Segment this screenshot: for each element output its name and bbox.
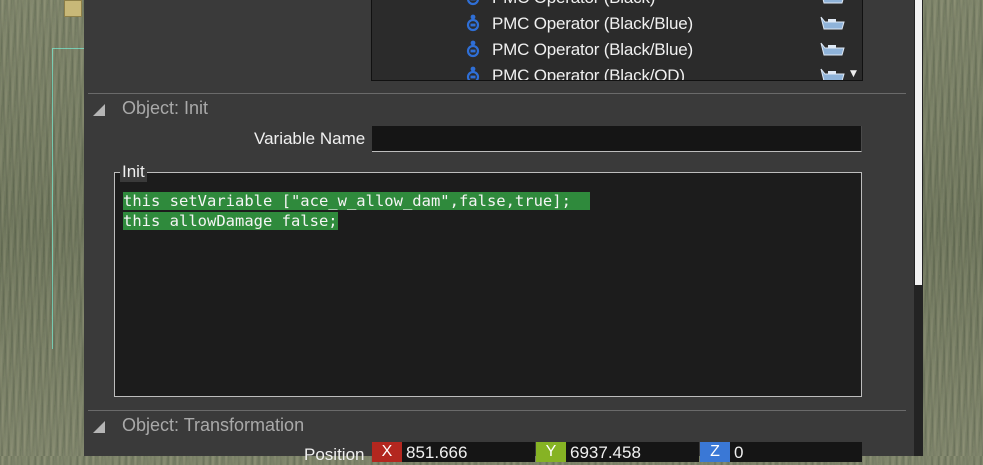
infantry-icon bbox=[466, 0, 480, 6]
variable-name-label: Variable Name bbox=[254, 129, 365, 149]
position-y-field[interactable]: Y 6937.458 bbox=[536, 442, 699, 462]
section-divider bbox=[88, 93, 906, 94]
vehicle-icon bbox=[820, 0, 846, 5]
unit-list-item-label: PMC Operator (Black/Blue) bbox=[492, 40, 693, 60]
unit-list-item-label: PMC Operator (Black) bbox=[492, 0, 655, 8]
collapse-triangle-icon[interactable] bbox=[93, 104, 105, 116]
vehicle-icon bbox=[820, 68, 846, 81]
unit-list-item[interactable]: PMC Operator (Black/OD) bbox=[372, 63, 862, 81]
section-divider bbox=[88, 410, 906, 411]
unit-list-item-label: PMC Operator (Black/Blue) bbox=[492, 14, 693, 34]
unit-list-item-label: PMC Operator (Black/OD) bbox=[492, 66, 685, 81]
x-axis-badge: X bbox=[372, 442, 402, 462]
map-marker bbox=[64, 0, 82, 17]
position-z-field[interactable]: Z 0 bbox=[700, 442, 862, 462]
collapse-triangle-icon[interactable] bbox=[93, 421, 105, 433]
y-axis-badge: Y bbox=[536, 442, 566, 462]
variable-name-input[interactable] bbox=[372, 126, 862, 152]
infantry-icon bbox=[466, 14, 480, 32]
infantry-icon bbox=[466, 40, 480, 58]
init-code-editor[interactable]: this setVariable ["ace_w_allow_dam",fals… bbox=[114, 172, 862, 397]
unit-list-item[interactable]: PMC Operator (Black/Blue) bbox=[372, 37, 862, 63]
panel-scrollbar[interactable] bbox=[914, 0, 923, 456]
section-title-init: Object: Init bbox=[122, 98, 208, 119]
position-label: Position bbox=[304, 445, 364, 465]
position-y-input[interactable]: 6937.458 bbox=[566, 442, 699, 462]
section-header-transformation[interactable]: Object: Transformation bbox=[84, 413, 914, 441]
scrollbar-thumb[interactable] bbox=[915, 0, 922, 285]
section-title-transformation: Object: Transformation bbox=[122, 415, 304, 436]
unit-list[interactable]: PMC Operator (Black) PMC Operator (Black/… bbox=[371, 0, 863, 81]
position-x-input[interactable]: 851.666 bbox=[402, 442, 535, 462]
vehicle-icon bbox=[820, 16, 846, 31]
z-axis-badge: Z bbox=[700, 442, 730, 462]
init-code-text[interactable]: this setVariable ["ace_w_allow_dam",fals… bbox=[123, 191, 590, 231]
section-header-init[interactable]: Object: Init bbox=[84, 96, 914, 124]
init-label: Init bbox=[120, 162, 147, 182]
position-x-field[interactable]: X 851.666 bbox=[372, 442, 535, 462]
unit-list-item[interactable]: PMC Operator (Black) bbox=[372, 0, 862, 11]
infantry-icon bbox=[466, 66, 480, 81]
vehicle-icon bbox=[820, 42, 846, 57]
unit-list-item[interactable]: PMC Operator (Black/Blue) bbox=[372, 11, 862, 37]
attributes-panel: PMC Operator (Black) PMC Operator (Black/… bbox=[84, 0, 914, 456]
selection-outline bbox=[52, 48, 87, 349]
code-line: this setVariable ["ace_w_allow_dam",fals… bbox=[123, 191, 590, 211]
scroll-down-arrow-icon[interactable]: ▼ bbox=[850, 69, 857, 79]
position-z-input[interactable]: 0 bbox=[730, 442, 862, 462]
code-line: this allowDamage false; bbox=[123, 211, 590, 231]
